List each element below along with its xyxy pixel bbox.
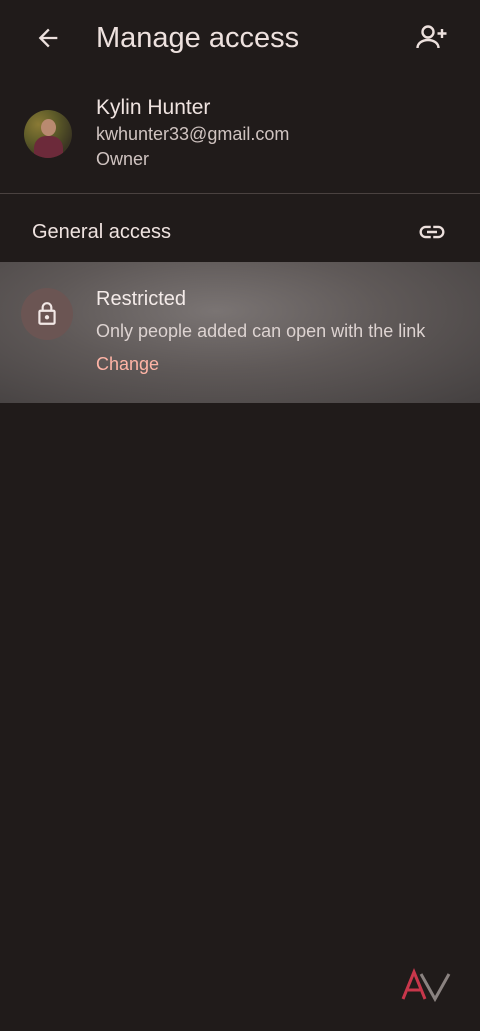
- owner-email: kwhunter33@gmail.com: [96, 124, 290, 144]
- link-icon: [419, 225, 445, 239]
- lock-icon: [38, 302, 56, 325]
- divider: [0, 193, 480, 194]
- arrow-back-icon: [38, 28, 58, 48]
- logo-icon: [401, 968, 451, 1003]
- owner-list-item[interactable]: Kylin Hunter kwhunter33@gmail.com Owner: [0, 88, 480, 184]
- general-access-title: General access: [32, 221, 171, 243]
- owner-role: Owner: [96, 149, 150, 169]
- top-app-bar: Manage access: [0, 0, 480, 76]
- avatar: [24, 110, 72, 158]
- page-title: Manage access: [96, 22, 300, 54]
- general-access-setting[interactable]: Restricted Only people added can open wi…: [0, 262, 480, 403]
- access-setting-title: Restricted: [96, 288, 187, 310]
- watermark-logo: [400, 968, 452, 1004]
- add-person-button[interactable]: [410, 18, 454, 58]
- access-setting-description: Only people added can open with the link: [96, 321, 426, 341]
- change-access-button[interactable]: Change: [96, 352, 159, 376]
- back-button[interactable]: [28, 18, 68, 58]
- person-add-icon: [416, 25, 447, 49]
- general-access-header: General access: [0, 204, 480, 258]
- copy-link-button[interactable]: [410, 212, 454, 252]
- lock-icon-container: [21, 288, 73, 340]
- owner-name: Kylin Hunter: [96, 96, 211, 119]
